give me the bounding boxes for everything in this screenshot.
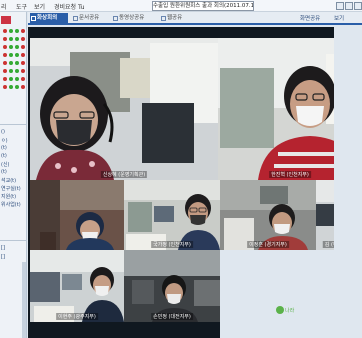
video-tile[interactable] bbox=[30, 180, 124, 250]
app-window: 리 도구 보기 경비요청 Tu 수출입 원환위원회스 출과 회의(2011.07… bbox=[0, 0, 362, 338]
sidebar-status-row[interactable] bbox=[2, 60, 26, 66]
participant-video bbox=[124, 250, 220, 322]
sidebar-participant-item[interactable]: (t) bbox=[1, 153, 7, 159]
video-grid: 신상혜 (운영기획관) 한진혁 (인천지부) 국가정 (인천지부) 이정훈 (경… bbox=[28, 27, 362, 338]
menu-item-view[interactable]: 보기 bbox=[34, 2, 45, 11]
sidebar-participant-item[interactable]: (t) bbox=[1, 169, 7, 175]
menu-item-expense[interactable]: 경비요청 Tu bbox=[54, 2, 85, 11]
sidebar-status-row[interactable] bbox=[2, 76, 26, 82]
sidebar-participant-item[interactable]: () bbox=[1, 129, 5, 135]
tab-web-share[interactable]: 웹공유 bbox=[160, 13, 192, 24]
sidebar-participant-item[interactable]: 연구실(t) bbox=[1, 185, 21, 192]
tab-label: 화상회의 bbox=[37, 15, 58, 21]
participant-video bbox=[30, 38, 218, 180]
menu-item-file[interactable]: 리 bbox=[1, 2, 7, 11]
tab-bar: 화상회의 문서공유 동영상공유 웹공유 화면공유 보기 bbox=[28, 12, 362, 25]
close-icon[interactable] bbox=[354, 2, 362, 10]
video-tile[interactable]: 이현주 (광주지부) bbox=[30, 250, 124, 322]
tab-video-share[interactable]: 동영상공유 bbox=[112, 13, 156, 24]
sidebar-participant-item[interactable]: 석교(t) bbox=[1, 177, 16, 184]
participant-video bbox=[30, 250, 124, 322]
sidebar-logo-icon bbox=[1, 16, 11, 24]
video-tile[interactable]: 신상혜 (운영기획관) bbox=[30, 38, 218, 180]
video-tile[interactable]: 국가정 (인천지부) bbox=[124, 180, 220, 250]
globe-icon bbox=[161, 16, 166, 21]
sidebar-chat-item[interactable]: [] bbox=[1, 254, 5, 260]
participant-video bbox=[124, 180, 220, 250]
video-tile[interactable]: 이정훈 (경기지부) bbox=[220, 180, 316, 250]
sidebar-participant-item[interactable]: (t) bbox=[1, 145, 7, 151]
participant-video bbox=[220, 180, 316, 250]
brand-logo: 나라 bbox=[276, 304, 296, 316]
minimize-icon[interactable] bbox=[336, 2, 344, 10]
menu-bar: 리 도구 보기 경비요청 Tu 수출입 원환위원회스 출과 회의(2011.07… bbox=[0, 0, 362, 12]
screen-share-button[interactable]: 화면공유 bbox=[300, 14, 320, 22]
video-tile[interactable]: 손민정 (대전지부) bbox=[124, 250, 220, 322]
participant-name: 신상혜 (운영기획관) bbox=[100, 171, 148, 178]
participant-video bbox=[30, 180, 124, 250]
sidebar-participant-item[interactable]: 위사업(t) bbox=[1, 201, 21, 208]
document-icon bbox=[73, 16, 78, 21]
participant-name: 이현주 (광주지부) bbox=[56, 313, 98, 320]
maximize-icon[interactable] bbox=[345, 2, 353, 10]
leaf-icon bbox=[276, 306, 284, 314]
view-button[interactable]: 보기 bbox=[334, 14, 344, 22]
sidebar-status-row[interactable] bbox=[2, 68, 26, 74]
tab-video-conference[interactable]: 화상회의 bbox=[30, 13, 68, 24]
participant-name: 국가정 (인천지부) bbox=[151, 241, 193, 248]
window-title: 수출입 원환위원회스 출과 회의(2011.07.12) bbox=[152, 1, 254, 11]
sidebar-participant-item[interactable]: ㅇ) bbox=[1, 137, 8, 144]
tab-label: 웹공유 bbox=[167, 15, 183, 21]
participant-sidebar: () ㅇ) (t) (t) (신) (t) 석교(t) 연구실(t) 지원(t)… bbox=[0, 12, 27, 338]
sidebar-status-row[interactable] bbox=[2, 44, 26, 50]
tab-label: 동영상공유 bbox=[119, 15, 145, 21]
sidebar-status-row[interactable] bbox=[2, 28, 26, 34]
participant-name: 한진혁 (인천지부) bbox=[269, 171, 311, 178]
sidebar-status-row[interactable] bbox=[2, 84, 26, 90]
sidebar-chat-item[interactable]: [] bbox=[1, 245, 5, 251]
participant-name: 손민정 (대전지부) bbox=[151, 313, 193, 320]
right-panel bbox=[334, 27, 362, 338]
sidebar-participant-item[interactable]: 지원(t) bbox=[1, 193, 16, 200]
menu-item-tools[interactable]: 도구 bbox=[16, 2, 27, 11]
sidebar-divider bbox=[0, 124, 26, 125]
video-icon bbox=[31, 16, 36, 21]
tab-document-share[interactable]: 문서공유 bbox=[72, 13, 108, 24]
tab-label: 문서공유 bbox=[79, 15, 100, 21]
brand-logo-text: 나라 bbox=[285, 308, 295, 314]
sidebar-status-row[interactable] bbox=[2, 52, 26, 58]
film-icon bbox=[113, 16, 118, 21]
sidebar-divider bbox=[0, 240, 26, 241]
sidebar-participant-item[interactable]: (신) bbox=[1, 161, 10, 168]
sidebar-status-row[interactable] bbox=[2, 36, 26, 42]
participant-name: 이정훈 (경기지부) bbox=[247, 241, 289, 248]
sidebar-scrollbar[interactable] bbox=[22, 262, 26, 338]
